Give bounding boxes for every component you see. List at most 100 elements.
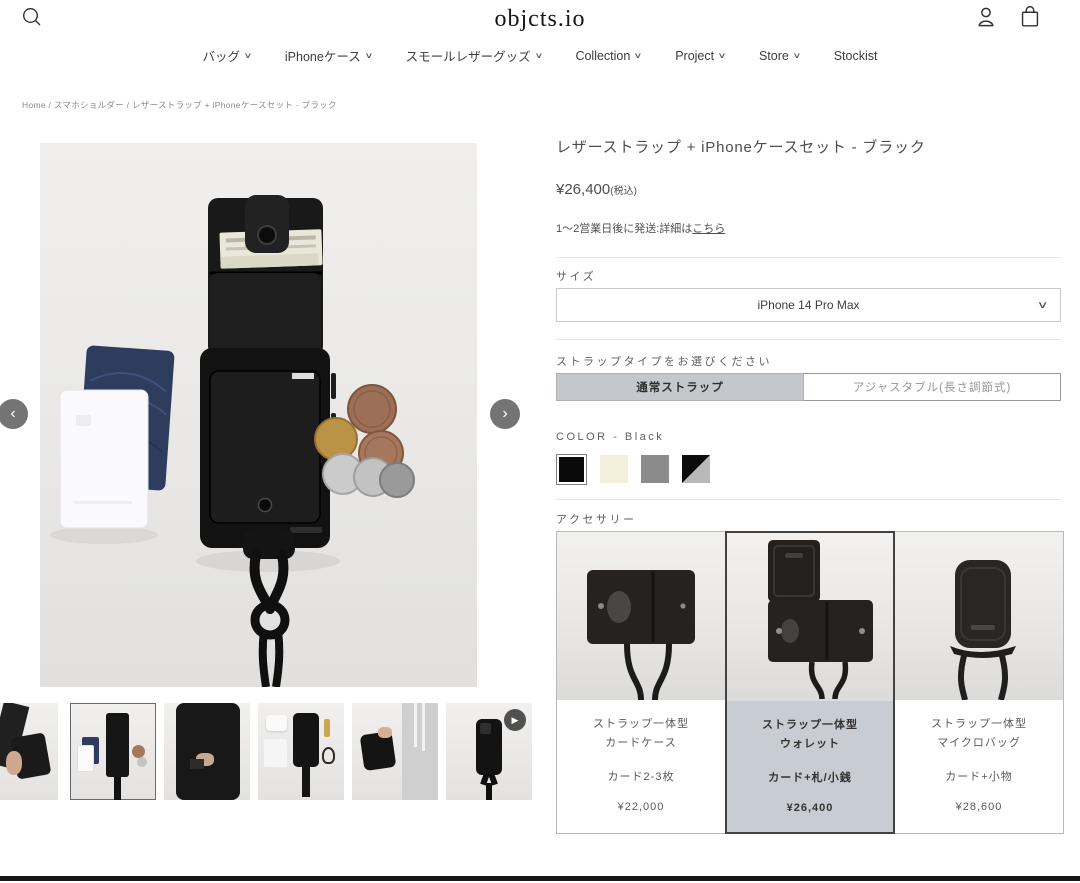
photo-shape: [264, 739, 287, 767]
accessory-name-line2: マイクロバッグ: [895, 734, 1063, 753]
thumbnail-strip: ▶: [0, 703, 540, 800]
photo-shape: [176, 703, 240, 800]
size-select[interactable]: iPhone 14 Pro Max ∨: [556, 288, 1061, 322]
product-price: ¥26,400(税込): [556, 181, 1061, 198]
accessory-photo: [895, 532, 1063, 700]
photo-shape: [132, 745, 145, 758]
photo-shape: [302, 767, 310, 797]
price-amount: ¥26,400: [556, 181, 610, 198]
size-selected-value: iPhone 14 Pro Max: [757, 298, 859, 312]
nav-label: Stockist: [834, 49, 878, 63]
price-tax-note: (税込): [610, 186, 637, 197]
photo-strap: [243, 529, 295, 687]
swatch-gray[interactable]: [641, 455, 669, 483]
accessory-price: ¥26,400: [727, 802, 893, 814]
strap-option-adjustable[interactable]: アジャスタブル(長さ調節式): [804, 373, 1061, 401]
thumbnail-4[interactable]: [258, 703, 344, 800]
site-logo[interactable]: objcts.io: [0, 6, 1080, 33]
product-photo-illustration: [40, 143, 477, 687]
accessory-name-line1: ストラップ一体型: [895, 715, 1063, 734]
accessories-label: アクセサリー: [556, 511, 636, 527]
product-photo: [40, 143, 477, 687]
accessory-photo: [727, 533, 893, 701]
swatch-fill: [559, 457, 584, 482]
divider: [556, 499, 1061, 500]
accessory-card-wallet-selected[interactable]: ストラップ一体型 ウォレット カード+札/小銭 ¥26,400: [725, 531, 895, 834]
accessory-name-line2: ウォレット: [727, 735, 893, 754]
breadcrumb[interactable]: Home / スマホショルダー / レザーストラップ + iPhoneケースセッ…: [22, 99, 337, 111]
photo-shape: [137, 757, 147, 767]
accessory-spec: カード+小物: [895, 768, 1063, 784]
thumbnail-3[interactable]: [164, 703, 250, 800]
accessory-info: ストラップ一体型 カードケース カード2-3枚 ¥22,000: [557, 700, 725, 833]
nav-item-stockist[interactable]: Stockist: [834, 46, 878, 65]
photo-wallet: [200, 195, 336, 548]
photo-shape: [266, 715, 287, 731]
accessory-card-microbag[interactable]: ストラップ一体型 マイクロバッグ カード+小物 ¥28,600: [894, 531, 1064, 834]
accessory-photo-illustration: [727, 533, 895, 699]
accessory-name-line1: ストラップ一体型: [557, 715, 725, 734]
nav-label: Collection: [575, 49, 630, 63]
photo-shape: [486, 783, 492, 800]
photo-shape: [414, 703, 417, 747]
nav-item-small-leather-goods[interactable]: スモールレザーグッズ∨: [406, 46, 542, 65]
photo-shape: [422, 703, 425, 751]
thumbnail-6-video[interactable]: ▶: [446, 703, 532, 800]
divider: [556, 339, 1061, 340]
accessory-info: ストラップ一体型 マイクロバッグ カード+小物 ¥28,600: [895, 700, 1063, 833]
chevron-down-icon: ∨: [792, 51, 801, 60]
photo-shape: [77, 745, 94, 772]
thumbnail-1[interactable]: [0, 703, 58, 800]
accessory-price: ¥28,600: [895, 801, 1063, 813]
accessory-photo-illustration: [557, 532, 725, 700]
chevron-down-icon: ∨: [364, 51, 373, 60]
accessory-photo-illustration: [895, 532, 1063, 700]
photo-shape: [6, 751, 22, 775]
thumbnail-2-selected[interactable]: [70, 703, 156, 800]
thumbnail-5[interactable]: [352, 703, 438, 800]
photo-shape: [324, 719, 330, 737]
main-nav: バッグ∨ iPhoneケース∨ スモールレザーグッズ∨ Collection∨ …: [0, 46, 1080, 65]
strap-type-options: 通常ストラップ アジャスタブル(長さ調節式): [556, 373, 1061, 401]
photo-shape: [293, 713, 319, 767]
accessory-price: ¥22,000: [557, 801, 725, 813]
nav-label: スモールレザーグッズ: [406, 46, 531, 65]
accessory-cards: ストラップ一体型 カードケース カード2-3枚 ¥22,000: [556, 531, 1062, 834]
swatch-black-selected[interactable]: [556, 454, 587, 485]
chevron-down-icon: ∨: [534, 51, 543, 60]
prev-arrow-icon[interactable]: ‹: [0, 399, 28, 429]
account-icon[interactable]: [975, 6, 997, 28]
nav-label: iPhoneケース: [285, 46, 361, 65]
swatch-black-gray-split[interactable]: [682, 455, 710, 483]
chevron-down-icon: ∨: [244, 51, 253, 60]
accessory-photo: [557, 532, 725, 700]
nav-item-iphone-cases[interactable]: iPhoneケース∨: [285, 46, 372, 65]
accessory-spec: カード+札/小銭: [727, 769, 893, 785]
nav-item-collection[interactable]: Collection∨: [575, 46, 641, 65]
accessory-name-line2: カードケース: [557, 734, 725, 753]
photo-shape: [360, 731, 397, 771]
photo-shape: [106, 713, 129, 777]
nav-item-bags[interactable]: バッグ∨: [203, 46, 251, 65]
strap-type-label: ストラップタイプをお選びください: [556, 353, 772, 369]
strap-option-normal[interactable]: 通常ストラップ: [556, 373, 804, 401]
photo-shape: [114, 777, 121, 800]
cart-icon[interactable]: [1019, 5, 1041, 28]
accessory-name-line1: ストラップ一体型: [727, 716, 893, 735]
swatch-ivory[interactable]: [600, 455, 628, 483]
shipping-text: 1〜2営業日後に発送:詳細は: [556, 223, 692, 235]
photo-shape: [378, 727, 392, 738]
photo-shape: [480, 723, 491, 734]
shipping-detail-link[interactable]: こちら: [692, 223, 725, 235]
accessory-card-cardcase[interactable]: ストラップ一体型 カードケース カード2-3枚 ¥22,000: [556, 531, 726, 834]
color-swatches: [556, 453, 710, 485]
next-arrow-icon[interactable]: ›: [490, 399, 520, 429]
play-icon: ▶: [504, 709, 526, 731]
divider: [556, 257, 1061, 258]
nav-label: Project: [675, 49, 714, 63]
chevron-down-icon: ∨: [1036, 300, 1048, 311]
photo-shape: [322, 747, 335, 764]
nav-item-project[interactable]: Project∨: [675, 46, 725, 65]
shipping-note: 1〜2営業日後に発送:詳細はこちら: [556, 220, 1061, 236]
nav-item-store[interactable]: Store∨: [759, 46, 800, 65]
